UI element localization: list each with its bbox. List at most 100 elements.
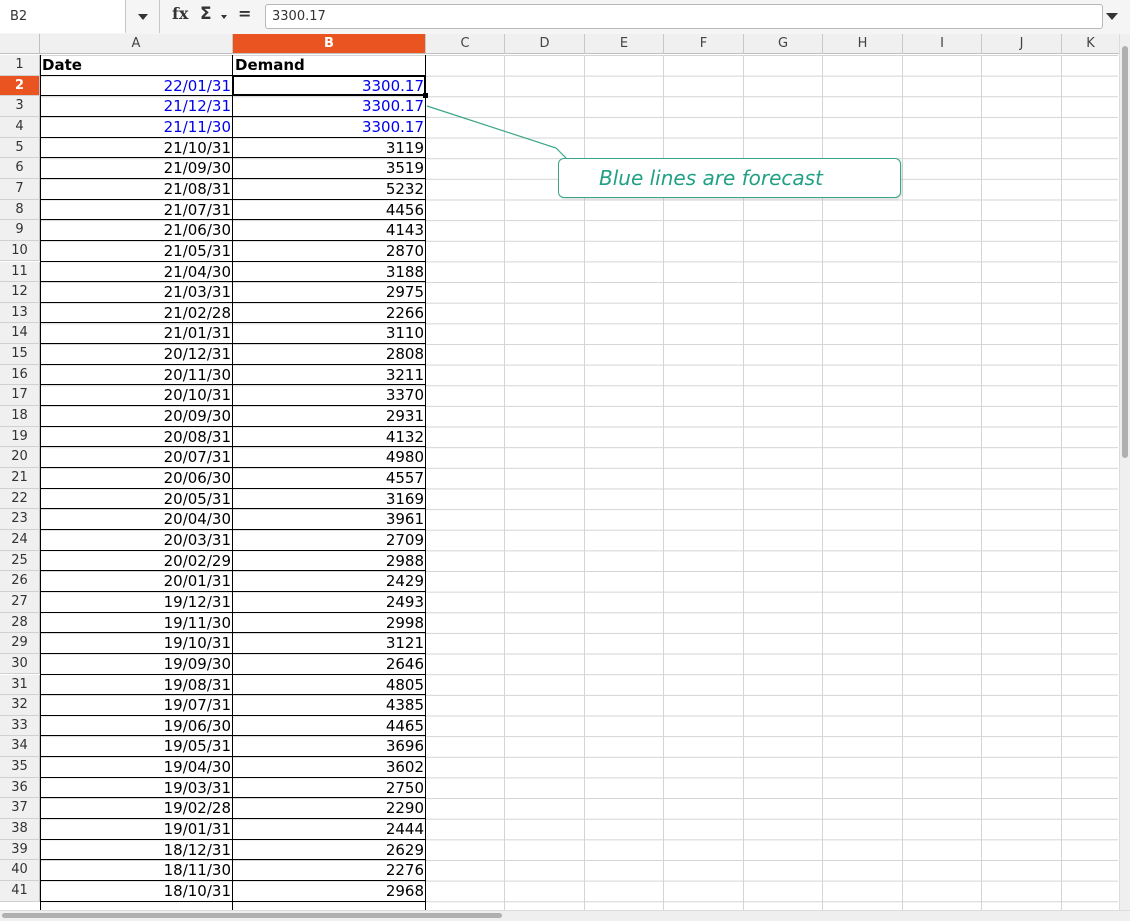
date-cell[interactable]: 18/11/30	[40, 860, 233, 881]
date-cell[interactable]: 18/12/31	[40, 840, 233, 861]
date-cell[interactable]: 19/11/30	[40, 613, 233, 634]
row-header[interactable]: 31	[0, 674, 40, 696]
date-cell[interactable]: 20/11/30	[40, 365, 233, 386]
demand-cell[interactable]: 3188	[233, 262, 426, 283]
demand-cell[interactable]: 2998	[233, 613, 426, 634]
demand-cell[interactable]: 3370	[233, 385, 426, 406]
row-header[interactable]: 2	[0, 75, 40, 97]
date-cell[interactable]: 22/01/31	[40, 76, 233, 97]
date-cell[interactable]: 19/04/30	[40, 757, 233, 778]
demand-cell[interactable]: 4980	[233, 447, 426, 468]
date-cell[interactable]: 20/08/31	[40, 427, 233, 448]
demand-cell[interactable]: 3300.17	[233, 96, 426, 117]
row-header[interactable]: 14	[0, 323, 40, 345]
date-cell[interactable]: 18/10/31	[40, 881, 233, 902]
row-header[interactable]: 22	[0, 488, 40, 510]
formula-icon[interactable]: =	[238, 4, 251, 23]
row-header[interactable]: 32	[0, 695, 40, 716]
date-cell[interactable]: 20/05/31	[40, 489, 233, 510]
column-header-k[interactable]: K	[1062, 34, 1120, 54]
function-wizard-icon[interactable]: fx	[172, 4, 188, 23]
demand-cell[interactable]: 3121	[233, 633, 426, 654]
date-cell[interactable]: 20/06/30	[40, 468, 233, 489]
date-cell[interactable]: 21/04/30	[40, 262, 233, 283]
demand-cell[interactable]: 2493	[233, 592, 426, 613]
column-header-d[interactable]: D	[505, 34, 585, 54]
date-cell[interactable]: 20/12/31	[40, 344, 233, 365]
column-header-f[interactable]: F	[664, 34, 744, 54]
row-header[interactable]: 7	[0, 178, 40, 200]
demand-cell[interactable]: 2750	[233, 778, 426, 799]
row-header[interactable]: 21	[0, 468, 40, 489]
demand-cell[interactable]: 4465	[233, 716, 426, 737]
date-cell[interactable]: 21/01/31	[40, 323, 233, 344]
row-header[interactable]: 29	[0, 633, 40, 654]
demand-cell[interactable]: 2266	[233, 303, 426, 324]
date-cell[interactable]: 19/06/30	[40, 716, 233, 737]
row-header[interactable]: 5	[0, 137, 40, 159]
demand-cell[interactable]: 3119	[233, 138, 426, 159]
date-cell[interactable]: 20/03/31	[40, 530, 233, 551]
demand-cell[interactable]: 2629	[233, 840, 426, 861]
date-cell[interactable]: 21/02/28	[40, 303, 233, 324]
row-header[interactable]: 17	[0, 385, 40, 407]
demand-cell[interactable]: 3519	[233, 158, 426, 179]
demand-cell[interactable]: 4805	[233, 675, 426, 696]
row-header[interactable]: 25	[0, 550, 40, 572]
row-header[interactable]: 24	[0, 529, 40, 551]
row-header[interactable]: 16	[0, 364, 40, 386]
row-header[interactable]: 39	[0, 839, 40, 861]
demand-cell[interactable]: 3110	[233, 323, 426, 344]
demand-cell[interactable]: 5232	[233, 179, 426, 200]
demand-cell[interactable]: 2870	[233, 241, 426, 262]
date-cell[interactable]: 21/09/30	[40, 158, 233, 179]
date-cell[interactable]: 19/05/31	[40, 736, 233, 757]
date-cell[interactable]: 20/07/31	[40, 447, 233, 468]
demand-cell[interactable]: 4557	[233, 468, 426, 489]
row-header[interactable]: 40	[0, 860, 40, 881]
row-header[interactable]: 33	[0, 715, 40, 737]
demand-cell[interactable]: 2808	[233, 344, 426, 365]
date-cell[interactable]: 19/10/31	[40, 633, 233, 654]
row-header[interactable]: 11	[0, 261, 40, 283]
date-cell[interactable]: 20/04/30	[40, 509, 233, 530]
demand-cell[interactable]: 2975	[233, 282, 426, 303]
column-header-i[interactable]: I	[903, 34, 982, 54]
demand-cell[interactable]: 2968	[233, 881, 426, 902]
demand-cell[interactable]: 3961	[233, 509, 426, 530]
row-header[interactable]: 41	[0, 881, 40, 902]
date-cell[interactable]: 21/12/31	[40, 96, 233, 117]
header-cell-demand[interactable]: Demand	[233, 55, 426, 76]
row-header[interactable]: 12	[0, 282, 40, 303]
demand-cell[interactable]: 2429	[233, 571, 426, 592]
row-header[interactable]: 34	[0, 736, 40, 758]
date-cell[interactable]: 19/12/31	[40, 592, 233, 613]
row-header[interactable]: 8	[0, 199, 40, 221]
column-header-c[interactable]: C	[426, 34, 505, 54]
date-cell[interactable]: 21/07/31	[40, 200, 233, 221]
row-header[interactable]: 18	[0, 406, 40, 427]
demand-cell[interactable]: 4143	[233, 220, 426, 241]
row-header[interactable]: 15	[0, 344, 40, 365]
date-cell[interactable]: 21/06/30	[40, 220, 233, 241]
column-header-j[interactable]: J	[982, 34, 1062, 54]
date-cell[interactable]: 19/03/31	[40, 778, 233, 799]
date-cell[interactable]: 19/08/31	[40, 675, 233, 696]
row-header[interactable]: 9	[0, 220, 40, 241]
demand-cell[interactable]: 3300.17	[233, 117, 426, 138]
demand-cell[interactable]: 2444	[233, 819, 426, 840]
row-header[interactable]: 4	[0, 116, 40, 138]
demand-cell[interactable]: 2931	[233, 406, 426, 427]
row-header[interactable]: 36	[0, 777, 40, 799]
row-header[interactable]: 23	[0, 509, 40, 530]
demand-cell[interactable]: 4132	[233, 427, 426, 448]
row-header[interactable]: 19	[0, 426, 40, 448]
date-cell[interactable]: 21/05/31	[40, 241, 233, 262]
demand-cell[interactable]: 2709	[233, 530, 426, 551]
autofill-handle[interactable]	[423, 93, 428, 99]
row-header[interactable]: 28	[0, 612, 40, 634]
column-header-a[interactable]: A	[40, 34, 233, 54]
expand-formula-bar-icon[interactable]	[1106, 13, 1118, 20]
date-cell[interactable]: 19/02/28	[40, 798, 233, 819]
row-header[interactable]: 6	[0, 158, 40, 179]
